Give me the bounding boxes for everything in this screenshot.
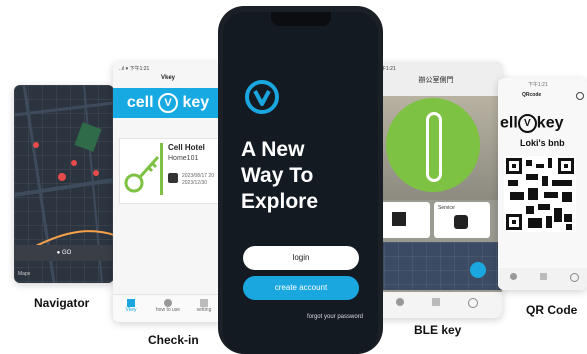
navigator-go-bar[interactable]: ● GO [14,245,114,261]
qr-tab-icon-2[interactable] [540,273,547,280]
qr-logo: ell Vkey [500,114,564,133]
tab-how-label: how to use [155,307,181,313]
ble-title: 辦公室側門 [418,77,454,84]
qr-logo-right: key [536,114,564,132]
caption-ble: BLE key [414,323,462,337]
checkin-phone-screen: ..ıl ▾ 下午1:21 Vkey cell V key Cell Hotel… [113,62,223,322]
chat-icon [454,215,468,229]
qr-small-icon [392,212,406,226]
checkin-tabbar: Vkey how to use setting [113,294,223,322]
maps-label: Maps [18,271,31,277]
tab-setting-label: setting [196,307,212,313]
hotel-room: Home101 [168,155,199,162]
v-logo-icon: V [157,92,178,113]
caption-checkin: Check-in [148,333,199,347]
center-phone-screen: A New Way To Explore login create accoun… [223,12,378,354]
qr-tabbar [498,268,587,290]
caption-navigator: Navigator [34,296,90,310]
status-bar: ..ıl ▾ 下午1:21 [119,66,150,72]
create-account-button[interactable]: create account [243,276,359,300]
date-end: 2023/12/30 [182,180,208,186]
question-icon [164,299,172,307]
logo-key-text: key [182,94,210,111]
qr-logo-left: ell [500,114,518,132]
tab-icon-1[interactable] [396,298,404,306]
go-icon: ● [56,250,61,256]
forgot-password-link[interactable]: forgot your password [223,314,363,320]
ble-phone-screen: 下午1:21 辦公室側門 Service [370,62,502,318]
headline: A New Way To Explore [241,137,318,215]
settings-icon [200,299,208,307]
map-pin-button[interactable] [470,262,486,278]
qr-title: QRcode [522,92,542,98]
checkin-logo-banner: cell V key [113,88,223,118]
qr-status-bar: 下午1:21 [528,82,548,88]
headline-line-3: Explore [241,190,319,213]
lock-bar-icon [426,112,442,182]
date-start: 2023/08/17 20 [182,173,214,179]
v-glyph-icon [253,90,271,106]
key-icon [124,155,160,193]
caption-qr: QR Code [526,303,578,317]
qr-tab-icon-1[interactable] [510,273,517,280]
qr-info-icon[interactable] [576,92,584,100]
vkey-tab-icon [127,299,135,307]
qr-place-name: Loki's bnb [520,138,565,148]
calendar-icon [168,173,178,183]
checkin-title: Vkey [160,75,175,81]
tab-vkey[interactable]: Vkey [119,299,143,313]
tab-icon-3[interactable] [468,298,478,308]
qr-phone-screen: 下午1:21 QRcode ell Vkey Loki's bnb [498,78,587,290]
ble-service-card[interactable]: Service [434,202,490,238]
logo-cell-text: cell [126,94,154,111]
green-divider [160,143,163,195]
qr-code-image [504,156,576,232]
ble-unlock-button[interactable] [386,98,480,192]
go-label: GO [61,250,72,256]
tab-how-to-use[interactable]: how to use [153,299,183,313]
hotel-name: Cell Hotel [168,143,205,152]
notch [271,12,331,26]
login-button[interactable]: login [243,246,359,270]
ble-tabbar [370,292,502,318]
qr-v-icon: V [517,114,537,133]
headline-line-1: A New [241,138,305,161]
center-phone-frame: A New Way To Explore login create accoun… [218,6,383,354]
navigator-phone-screen: ● GO Maps [14,85,114,283]
service-label: Service [438,205,455,211]
qr-tab-icon-3[interactable] [570,273,579,282]
hotel-card[interactable]: Cell Hotel Home101 2023/08/17 20 2023/12… [119,138,223,204]
tab-setting[interactable]: setting [191,299,217,313]
headline-line-2: Way To [241,164,314,187]
ble-header: 下午1:21 辦公室側門 [370,62,502,96]
vkey-logo-icon [245,80,279,114]
tab-icon-2[interactable] [432,298,440,306]
tab-vkey-label: Vkey [125,307,137,313]
ble-qr-card[interactable] [376,202,430,238]
